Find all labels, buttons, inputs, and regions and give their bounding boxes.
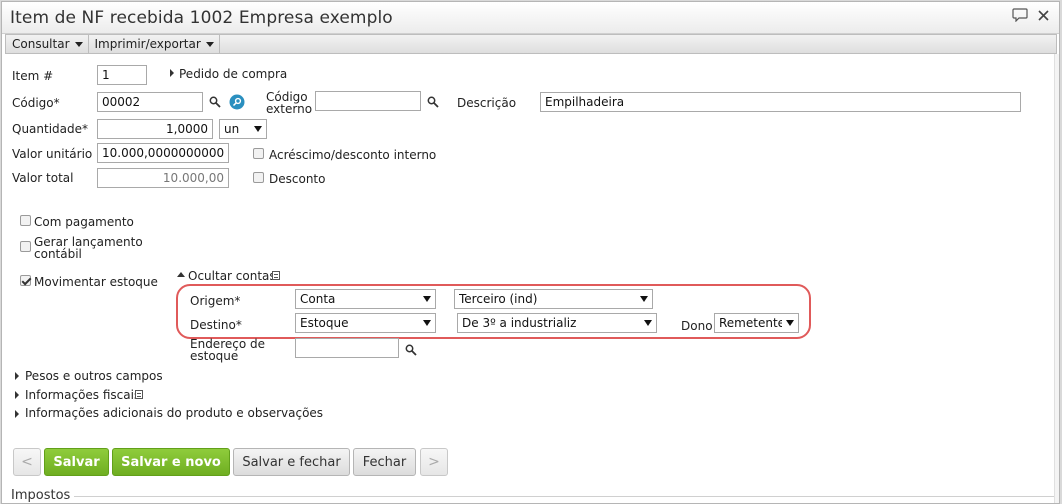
quantidade-label: Quantidade* (12, 122, 89, 136)
search-icon[interactable] (405, 344, 417, 356)
title-bar: Item de NF recebida 1002 Empresa exemplo (2, 2, 1059, 34)
origem-select[interactable]: Conta (295, 289, 436, 309)
menu-imprimir-label: Imprimir/exportar (94, 37, 201, 51)
origem-detail-select[interactable]: Terceiro (ind) (454, 289, 653, 309)
desconto-label: Desconto (269, 172, 326, 186)
dono-value: Remetente (719, 316, 782, 330)
save-and-new-button[interactable]: Salvar e novo (112, 448, 230, 476)
info-adicionais-toggle[interactable]: Informações adicionais do produto e obse… (25, 406, 323, 420)
chevron-down-icon (786, 320, 794, 326)
codigo-label: Código* (12, 96, 60, 110)
chevron-down-icon (423, 296, 431, 302)
acrescimo-label: Acréscimo/desconto interno (269, 148, 437, 162)
desconto-checkbox[interactable] (253, 172, 264, 183)
endereco-input[interactable] (295, 338, 399, 358)
save-button[interactable]: Salvar (44, 448, 109, 476)
document-icon[interactable] (135, 390, 143, 399)
endereco-label: Endereço de estoque (190, 337, 265, 363)
valor-unitario-label: Valor unitário (12, 147, 93, 161)
info-fiscais-toggle[interactable]: Informações fiscais (25, 388, 140, 402)
descricao-input[interactable] (540, 92, 1021, 112)
menu-consultar[interactable]: Consultar (6, 35, 89, 53)
codigo-input[interactable] (97, 92, 203, 112)
dono-label: Dono (681, 319, 713, 333)
document-icon[interactable] (272, 271, 280, 280)
gerar-lancamento-label: Gerar lançamento contábil (34, 235, 143, 261)
acrescimo-checkbox[interactable] (253, 148, 264, 159)
impostos-section-title: Impostos (11, 488, 71, 503)
unidade-value: un (224, 122, 240, 136)
destino-select[interactable]: Estoque (295, 313, 436, 333)
menu-bar: Consultar Imprimir/exportar (5, 34, 1057, 54)
chevron-down-icon (640, 296, 648, 302)
item-number-input[interactable] (97, 65, 147, 85)
expand-icon (15, 410, 19, 418)
origem-label: Origem* (190, 294, 241, 308)
section-divider (74, 496, 1054, 497)
chevron-down-icon (205, 41, 214, 47)
unidade-select[interactable]: un (219, 119, 267, 139)
dialog-window: Item de NF recebida 1002 Empresa exemplo… (1, 1, 1060, 504)
destino-label: Destino* (190, 318, 242, 332)
menu-imprimir-exportar[interactable]: Imprimir/exportar (89, 35, 220, 53)
movimentar-estoque-label: Movimentar estoque (34, 275, 158, 289)
descricao-label: Descrição (457, 96, 517, 110)
search-icon[interactable] (209, 96, 221, 108)
item-label: Item # (12, 69, 54, 83)
expand-icon (15, 372, 19, 380)
close-icon[interactable] (1038, 9, 1049, 21)
expand-icon (170, 69, 174, 77)
chevron-down-icon (254, 126, 262, 132)
movimentar-estoque-checkbox[interactable] (20, 275, 31, 286)
search-icon[interactable] (427, 96, 439, 108)
destino-value: Estoque (300, 316, 349, 330)
valor-unitario-input[interactable] (97, 143, 229, 163)
quantidade-input[interactable] (97, 119, 213, 139)
chevron-down-icon (423, 320, 431, 326)
codigo-externo-input[interactable] (315, 91, 421, 111)
lookup-icon[interactable] (229, 94, 245, 110)
destino-detail-value: De 3º a industrializ (462, 316, 577, 330)
origem-value: Conta (300, 292, 336, 306)
chevron-down-icon (74, 41, 83, 47)
prev-button[interactable]: < (13, 448, 41, 476)
pedido-compra-toggle[interactable]: Pedido de compra (179, 67, 287, 81)
expand-icon (15, 391, 19, 399)
menu-consultar-label: Consultar (12, 37, 70, 51)
save-and-close-button[interactable]: Salvar e fechar (233, 448, 350, 476)
pesos-toggle[interactable]: Pesos e outros campos (25, 369, 163, 383)
com-pagamento-checkbox[interactable] (20, 215, 31, 226)
destino-detail-select[interactable]: De 3º a industrializ (457, 313, 657, 333)
gerar-lancamento-checkbox[interactable] (20, 241, 31, 252)
next-button[interactable]: > (420, 448, 448, 476)
dono-select[interactable]: Remetente (714, 313, 799, 333)
valor-total-label: Valor total (12, 171, 74, 185)
chevron-down-icon (644, 320, 652, 326)
close-button[interactable]: Fechar (353, 448, 416, 476)
comment-icon[interactable] (1012, 8, 1028, 22)
ocultar-contas-toggle[interactable]: Ocultar contas (188, 269, 276, 283)
valor-total-input (97, 168, 229, 188)
collapse-icon (177, 272, 185, 277)
window-title: Item de NF recebida 1002 Empresa exemplo (10, 8, 393, 28)
origem-detail-value: Terceiro (ind) (459, 292, 538, 306)
scrollbar-track[interactable] (1054, 54, 1059, 503)
com-pagamento-label: Com pagamento (34, 215, 134, 229)
